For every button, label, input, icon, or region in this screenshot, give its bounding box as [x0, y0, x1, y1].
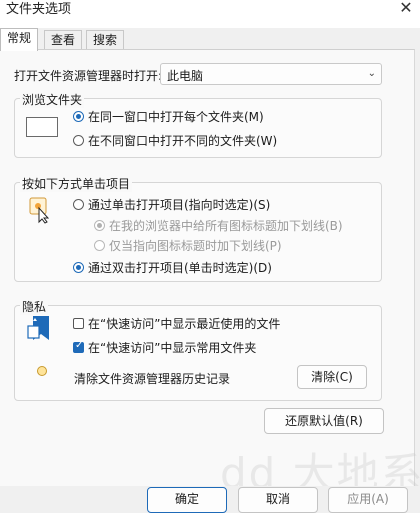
- radio-single-click[interactable]: [73, 199, 84, 210]
- browse-folders-title: 浏览文件夹: [20, 91, 85, 108]
- double-click-label[interactable]: 通过双击打开项目(单击时选定)(D): [88, 259, 272, 276]
- chevron-down-icon: ⌄: [367, 68, 376, 79]
- tab-view[interactable]: 查看: [44, 30, 83, 50]
- tab-general[interactable]: 常规: [0, 28, 39, 51]
- cancel-button[interactable]: 取消: [238, 487, 318, 513]
- recent-files-label[interactable]: 在“快速访问”中显示最近使用的文件: [88, 315, 280, 332]
- cursor-click-icon: [29, 197, 50, 224]
- same-window-label[interactable]: 在同一窗口中打开每个文件夹(M): [88, 108, 264, 125]
- checkbox-frequent-folders[interactable]: [73, 340, 84, 353]
- window-icon: [26, 117, 58, 137]
- ok-button[interactable]: 确定: [147, 487, 227, 513]
- checkbox-recent-files[interactable]: [73, 318, 84, 329]
- radio-underline-all[interactable]: [94, 220, 105, 231]
- open-explorer-label: 打开文件资源管理器时打开:: [14, 69, 163, 83]
- restore-defaults-button[interactable]: 还原默认值(R): [264, 408, 384, 434]
- click-items-title: 按如下方式单击项目: [20, 175, 133, 192]
- radio-different-window[interactable]: [73, 135, 84, 146]
- underline-hover-label[interactable]: 仅当指向图标标题时加下划线(P): [109, 237, 282, 254]
- radio-underline-hover[interactable]: [94, 240, 105, 251]
- radio-double-click[interactable]: [73, 262, 84, 273]
- different-window-label[interactable]: 在不同窗口中打开不同的文件夹(W): [88, 132, 277, 149]
- clear-button[interactable]: 清除(C): [297, 365, 367, 389]
- open-explorer-value: 此电脑: [167, 69, 204, 83]
- underline-all-label[interactable]: 在我的浏览器中给所有图标标题加下划线(B): [109, 217, 343, 234]
- window-title: 文件夹选项: [6, 2, 72, 17]
- radio-same-window[interactable]: [73, 111, 84, 122]
- frequent-folders-label[interactable]: 在“快速访问”中显示常用文件夹: [88, 339, 256, 356]
- privacy-icon: [27, 316, 49, 340]
- tab-search[interactable]: 搜索: [86, 30, 125, 50]
- clear-history-label: 清除文件资源管理器历史记录: [74, 372, 231, 386]
- apply-button[interactable]: 应用(A): [328, 487, 408, 513]
- single-click-label[interactable]: 通过单击打开项目(指向时选定)(S): [88, 196, 270, 213]
- close-icon[interactable]: ✕: [394, 0, 418, 20]
- clear-history-icon: [37, 366, 47, 376]
- open-explorer-dropdown[interactable]: 此电脑 ⌄: [160, 63, 382, 85]
